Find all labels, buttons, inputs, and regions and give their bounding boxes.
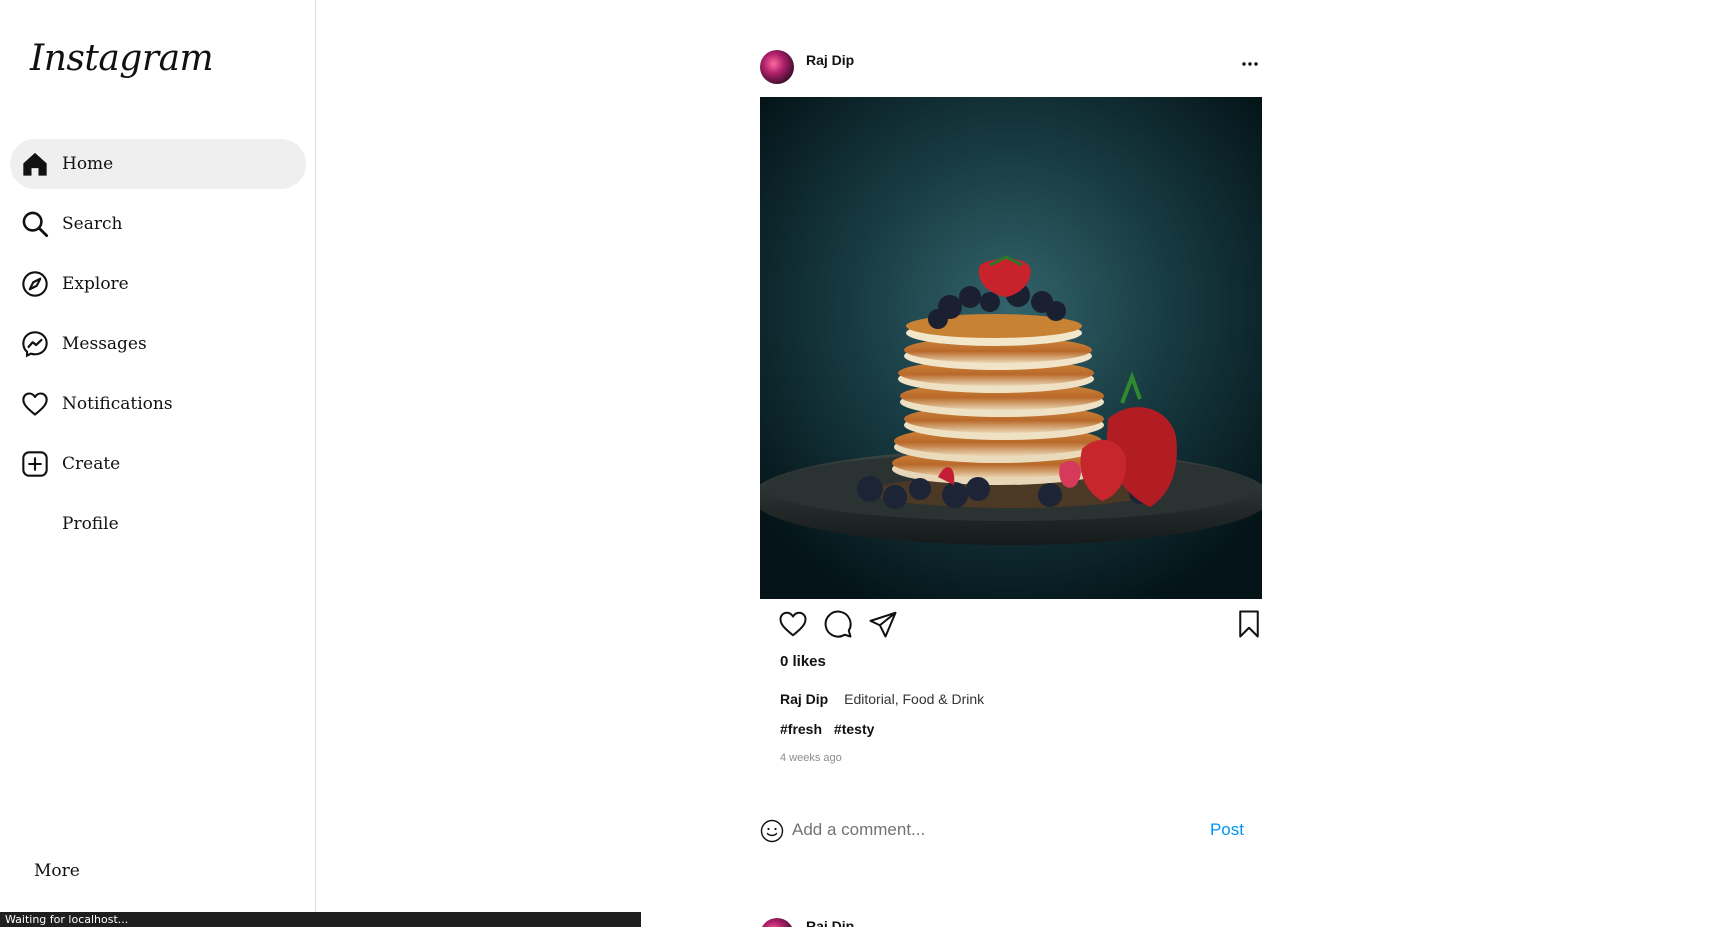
sidebar-item-messages[interactable]: Messages <box>10 319 306 369</box>
sidebar-item-create[interactable]: Create <box>10 439 306 489</box>
bookmark-icon[interactable] <box>1236 609 1266 639</box>
sidebar-item-label: Create <box>62 454 121 474</box>
messenger-icon <box>20 329 50 359</box>
sidebar: Instagram Home Search Explore Messages N… <box>0 0 316 927</box>
post-author[interactable]: Raj Dip <box>806 918 854 927</box>
avatar[interactable] <box>760 50 794 84</box>
add-comment-row: Post <box>760 816 1262 846</box>
sidebar-item-label: Home <box>62 154 114 174</box>
share-send-icon[interactable] <box>868 609 898 639</box>
more-menu-button[interactable]: More <box>34 861 80 881</box>
pancake-stack-photo <box>760 97 1262 599</box>
post-header: Raj Dip <box>760 46 1262 86</box>
sidebar-item-label: Messages <box>62 334 147 354</box>
post-comment-button[interactable]: Post <box>1210 820 1244 840</box>
avatar[interactable] <box>760 918 794 927</box>
post-author[interactable]: Raj Dip <box>806 52 854 68</box>
sidebar-item-notifications[interactable]: Notifications <box>10 379 306 429</box>
more-dots-icon[interactable] <box>1238 56 1262 72</box>
hashtag-link[interactable]: #fresh <box>780 721 822 737</box>
sidebar-item-label: Notifications <box>62 394 173 414</box>
sidebar-item-search[interactable]: Search <box>10 199 306 249</box>
sidebar-item-label: Profile <box>62 514 119 534</box>
search-icon <box>20 209 50 239</box>
feed-post: Raj Dip 0 likes Raj Dip Editorial, Food … <box>760 46 1262 843</box>
post-hashtags: #fresh #testy <box>780 721 882 737</box>
sidebar-item-profile[interactable]: Profile <box>10 499 306 549</box>
heart-icon <box>20 389 50 419</box>
instagram-logo[interactable]: Instagram <box>30 38 214 79</box>
emoji-smile-icon[interactable] <box>760 819 784 843</box>
post-actions <box>760 609 1262 643</box>
comment-input[interactable] <box>792 818 1172 842</box>
sidebar-item-label: Explore <box>62 274 129 294</box>
sidebar-item-explore[interactable]: Explore <box>10 259 306 309</box>
post-image[interactable] <box>760 97 1262 599</box>
compass-icon <box>20 269 50 299</box>
plus-square-icon <box>20 449 50 479</box>
sidebar-item-home[interactable]: Home <box>10 139 306 189</box>
sidebar-item-label: Search <box>62 214 123 234</box>
comment-bubble-icon[interactable] <box>823 609 853 639</box>
browser-status-bar: Waiting for localhost... <box>0 912 641 927</box>
profile-avatar-icon <box>20 509 50 539</box>
caption-text: Editorial, Food & Drink <box>844 691 985 707</box>
post-caption: Raj Dip Editorial, Food & Drink <box>780 691 984 707</box>
like-count[interactable]: 0 likes <box>780 653 826 670</box>
home-icon <box>20 149 50 179</box>
post-timestamp: 4 weeks ago <box>780 752 842 764</box>
hashtag-link[interactable]: #testy <box>834 721 874 737</box>
sidebar-nav: Home Search Explore Messages Notificatio… <box>10 139 306 559</box>
caption-username[interactable]: Raj Dip <box>780 691 828 707</box>
like-heart-icon[interactable] <box>778 609 808 639</box>
feed-post-next: Raj Dip <box>760 914 1262 927</box>
